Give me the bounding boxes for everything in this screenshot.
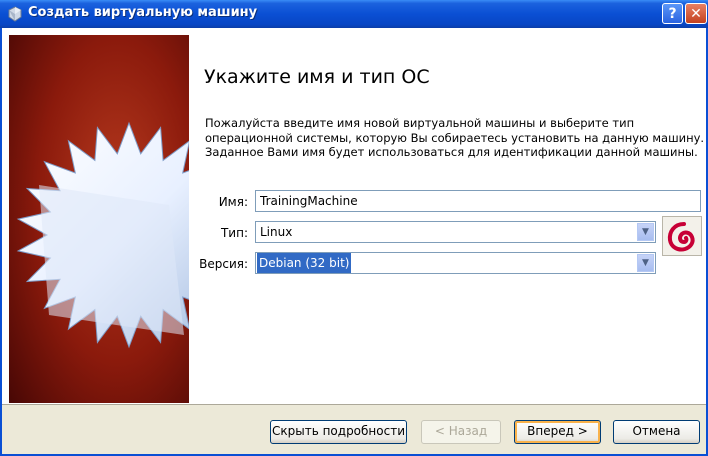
chevron-down-icon[interactable]: ▼	[637, 223, 654, 241]
name-label: Имя:	[218, 195, 248, 209]
button-separator	[2, 404, 706, 405]
back-button[interactable]: < Назад	[421, 420, 501, 444]
type-select-value: Linux	[260, 225, 293, 239]
debian-logo-icon	[662, 216, 702, 256]
hide-details-button[interactable]: Скрыть подробности	[270, 420, 407, 444]
wizard-page: Укажите имя и тип ОС Пожалуйста введите …	[2, 28, 706, 404]
chevron-down-icon[interactable]: ▼	[637, 254, 654, 272]
page-description: Пожалуйста введите имя новой виртуальной…	[205, 116, 705, 159]
star-banner-icon	[9, 35, 189, 403]
virtualbox-icon	[8, 6, 22, 22]
type-select[interactable]: Linux ▼	[255, 221, 656, 243]
version-label: Версия:	[199, 257, 248, 271]
page-title: Укажите имя и тип ОС	[204, 66, 430, 88]
cancel-button[interactable]: Отмена	[613, 420, 700, 444]
version-select-value: Debian (32 bit)	[257, 253, 352, 273]
close-button[interactable]: ✕	[685, 3, 707, 24]
title-bar[interactable]: Создать виртуальную машину ? ✕	[0, 0, 708, 28]
next-button[interactable]: Вперед >	[514, 420, 601, 444]
name-input[interactable]	[255, 190, 701, 212]
type-label: Тип:	[220, 226, 248, 240]
window-title: Создать виртуальную машину	[28, 5, 258, 20]
help-button[interactable]: ?	[662, 3, 683, 24]
version-select[interactable]: Debian (32 bit) ▼	[255, 252, 656, 274]
